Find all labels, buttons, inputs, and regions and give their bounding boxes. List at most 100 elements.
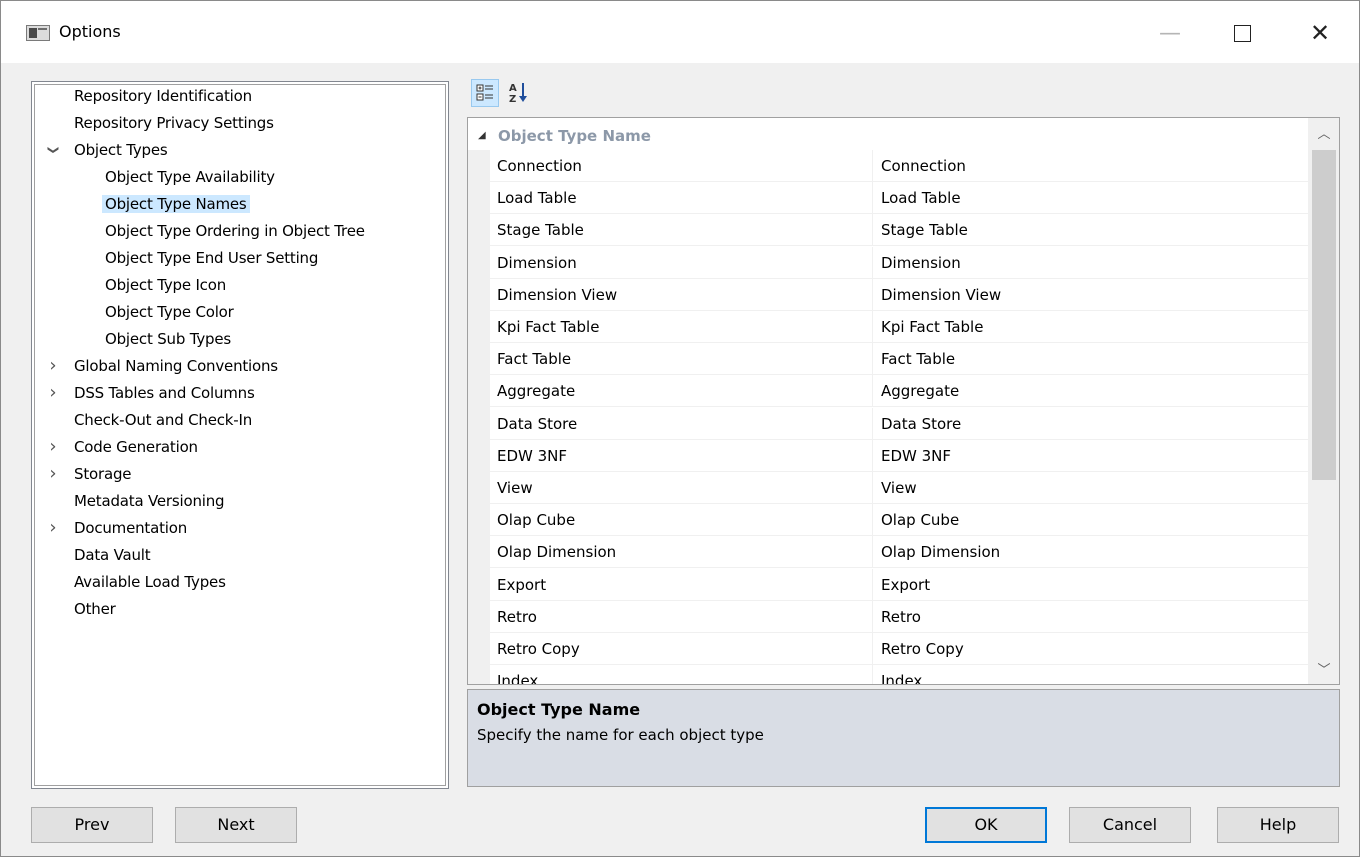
property-grid[interactable]: ◢ Object Type Name Connection Connection L… (467, 117, 1340, 685)
cancel-button[interactable]: Cancel (1069, 807, 1191, 843)
tree-item[interactable]: Global Naming Conventions (74, 354, 278, 378)
tree-item[interactable]: Object Type Color (105, 300, 234, 324)
property-value[interactable]: Stage Table (881, 214, 968, 246)
chevron-right-icon[interactable]: › (46, 435, 60, 459)
property-row[interactable]: Fact Table Fact Table (490, 343, 1308, 376)
maximize-button[interactable] (1219, 15, 1265, 51)
property-name: Stage Table (497, 214, 873, 247)
property-value[interactable]: Kpi Fact Table (881, 311, 983, 343)
property-value[interactable]: Index (881, 665, 922, 684)
tree-item-label: Metadata Versioning (74, 492, 225, 510)
property-row[interactable]: Kpi Fact Table Kpi Fact Table (490, 311, 1308, 343)
property-row[interactable]: Olap Cube Olap Cube (490, 504, 1308, 537)
property-name: Olap Cube (497, 504, 873, 537)
property-value[interactable]: EDW 3NF (881, 440, 951, 472)
property-value[interactable]: Olap Cube (881, 504, 959, 536)
tree-item[interactable]: Object Type Icon (105, 273, 226, 297)
property-row[interactable]: Retro Retro (490, 600, 1308, 633)
tree-item[interactable]: Object Type End User Setting (105, 246, 318, 270)
tree-item[interactable]: Documentation (74, 516, 187, 540)
tree-item[interactable]: Metadata Versioning (74, 489, 225, 513)
property-row[interactable]: EDW 3NF EDW 3NF (490, 439, 1308, 472)
categorized-icon (476, 84, 493, 101)
tree-item[interactable]: Object Type Names (102, 192, 250, 216)
property-name: Olap Dimension (497, 536, 873, 569)
options-tree[interactable]: Repository Identification Repository Priv… (31, 81, 449, 789)
property-row[interactable]: Load Table Load Table (490, 182, 1308, 215)
tree-item[interactable]: Object Type Availability (105, 165, 275, 189)
property-value[interactable]: Dimension (881, 247, 961, 279)
property-value[interactable]: Connection (881, 150, 966, 182)
property-row[interactable]: Data Store Data Store (490, 407, 1308, 440)
tree-item-label: Documentation (74, 519, 188, 537)
close-button[interactable]: ✕ (1297, 15, 1343, 51)
property-row[interactable]: Aggregate Aggregate (490, 375, 1308, 408)
tree-item[interactable]: Code Generation (74, 435, 198, 459)
chevron-right-icon[interactable]: › (46, 354, 60, 378)
property-value[interactable]: Data Store (881, 408, 961, 440)
category-label: Object Type Name (498, 127, 651, 145)
tree-item[interactable]: Object Types (74, 138, 168, 162)
property-value[interactable]: Olap Dimension (881, 536, 1000, 568)
tree-item[interactable]: Object Type Ordering in Object Tree (105, 219, 365, 243)
property-name: Retro Copy (497, 633, 873, 665)
property-name: Connection (497, 150, 873, 182)
scroll-up-icon[interactable]: ︿ (1308, 120, 1339, 150)
property-value[interactable]: Aggregate (881, 375, 959, 407)
ok-button[interactable]: OK (925, 807, 1047, 843)
chevron-right-icon[interactable]: › (46, 462, 60, 486)
alphabetical-view-button[interactable]: A Z (506, 79, 534, 107)
categorized-view-button[interactable] (471, 79, 499, 107)
title-bar: Options — ✕ (1, 1, 1359, 63)
chevron-down-icon[interactable]: ❯ (41, 143, 65, 157)
help-button[interactable]: Help (1217, 807, 1339, 843)
property-row[interactable]: Dimension Dimension (490, 246, 1308, 279)
category-row[interactable]: ◢ Object Type Name (468, 122, 1308, 150)
tree-item[interactable]: DSS Tables and Columns (74, 381, 255, 405)
vertical-scrollbar[interactable]: ︿ ﹀ (1308, 118, 1339, 684)
tree-item-label: Repository Identification (74, 87, 252, 105)
tree-item[interactable]: Repository Identification (74, 84, 252, 108)
property-row[interactable]: Index Index (490, 665, 1308, 684)
property-value[interactable]: Export (881, 569, 930, 601)
property-value[interactable]: Retro (881, 601, 921, 633)
property-name: Aggregate (497, 375, 873, 408)
tree-item[interactable]: Available Load Types (74, 570, 226, 594)
tree-item-label: Repository Privacy Settings (74, 114, 274, 132)
scroll-thumb[interactable] (1312, 150, 1336, 480)
tree-item-label: Object Type Ordering in Object Tree (105, 222, 365, 240)
maximize-icon (1233, 24, 1251, 42)
next-button[interactable]: Next (175, 807, 297, 843)
property-value[interactable]: Fact Table (881, 343, 955, 375)
property-row[interactable]: Export Export (490, 568, 1308, 601)
chevron-right-icon[interactable]: › (46, 516, 60, 540)
tree-item[interactable]: Storage (74, 462, 131, 486)
property-row[interactable]: Dimension View Dimension View (490, 278, 1308, 311)
tree-item[interactable]: Object Sub Types (105, 327, 231, 351)
property-row[interactable]: Stage Table Stage Table (490, 214, 1308, 247)
tree-item[interactable]: Data Vault (74, 543, 151, 567)
property-value[interactable]: View (881, 472, 917, 504)
property-row[interactable]: Connection Connection (490, 150, 1308, 182)
property-row[interactable]: View View (490, 472, 1308, 504)
property-row[interactable]: Retro Copy Retro Copy (490, 633, 1308, 665)
property-name: Export (497, 568, 873, 601)
tree-item[interactable]: Check-Out and Check-In (74, 408, 252, 432)
scroll-down-icon[interactable]: ﹀ (1308, 656, 1339, 684)
property-row[interactable]: Olap Dimension Olap Dimension (490, 536, 1308, 569)
prev-button[interactable]: Prev (31, 807, 153, 843)
tree-item[interactable]: Repository Privacy Settings (74, 111, 274, 135)
minimize-button[interactable]: — (1147, 15, 1193, 51)
collapse-triangle-icon[interactable]: ◢ (478, 122, 486, 150)
tree-item-label: Available Load Types (74, 573, 226, 591)
property-name: EDW 3NF (497, 439, 873, 472)
property-name: View (497, 472, 873, 504)
property-value[interactable]: Load Table (881, 182, 961, 214)
tree-item[interactable]: Other (74, 597, 116, 621)
property-value[interactable]: Dimension View (881, 279, 1001, 311)
tree-item-label: Object Type End User Setting (105, 249, 319, 267)
property-value[interactable]: Retro Copy (881, 633, 964, 665)
tree-item-label: Object Type Availability (105, 168, 275, 186)
tree-item-label: Other (74, 600, 116, 618)
chevron-right-icon[interactable]: › (46, 381, 60, 405)
